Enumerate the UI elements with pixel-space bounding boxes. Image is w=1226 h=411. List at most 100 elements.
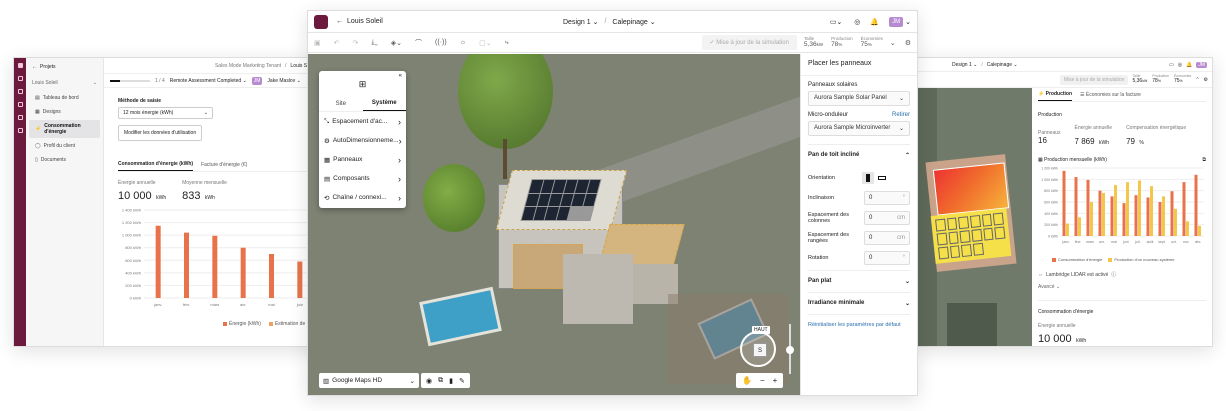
download-icon[interactable]: ⤓⌄	[371, 39, 377, 47]
bar-1-4	[1114, 185, 1117, 236]
menu-item-string[interactable]: ⟲ Chaîne / connexi... ›	[319, 188, 406, 207]
panel-array[interactable]	[520, 179, 602, 221]
users-icon[interactable]	[17, 76, 23, 81]
tab-consumption[interactable]: Consommation d'énergie (kWh)	[118, 161, 194, 171]
avatar[interactable]: JM	[889, 16, 904, 27]
sidebar-item-document[interactable]: ▯ Documents	[29, 154, 100, 166]
simulation-button[interactable]: ✓ Mise à jour de la simulation	[701, 35, 797, 50]
bell-icon[interactable]: 🔔	[870, 18, 879, 26]
sidebar-item-layers[interactable]: ▦ Designs	[29, 106, 100, 118]
status-dropdown[interactable]: Remote Assessment Completed ⌄	[170, 78, 247, 84]
eye-icon[interactable]: ◉	[426, 377, 432, 385]
top-bar: ← Louis Soleil Design 1 ⌄ / Calepinage ⌄…	[308, 11, 917, 33]
collapse-icon[interactable]: ⌄	[890, 39, 896, 47]
row-spacing-input[interactable]: 0 cm	[864, 231, 910, 245]
landscape-toggle[interactable]	[876, 172, 888, 184]
tilted-roof-section[interactable]: Pan de toit incliné ⌃	[808, 144, 910, 166]
inverter-select[interactable]: Aurora Sample Microinverter ⌄	[808, 121, 910, 136]
project-selector[interactable]: Louis Soleil ⌄	[32, 80, 97, 86]
settings-icon[interactable]: ⚙	[1204, 77, 1208, 83]
tab-site[interactable]: Site	[319, 97, 363, 111]
view-dropdown[interactable]: Calepinage ⌄	[612, 18, 655, 26]
redo-icon[interactable]: ↷	[353, 39, 359, 47]
irradiance-section[interactable]: Irradiance minimale ⌄	[808, 292, 910, 314]
undo-icon[interactable]: ↶	[334, 39, 340, 47]
compass[interactable]: HAUT S	[740, 326, 776, 367]
save-icon[interactable]: ▣	[314, 39, 321, 47]
rotation-input[interactable]: 0 °	[864, 251, 910, 265]
layers-icon[interactable]: ◈⌄	[391, 39, 402, 47]
tab-production[interactable]: ⚡ Production	[1038, 88, 1073, 101]
stat-value: 75	[860, 40, 868, 48]
zoom-in-icon[interactable]: +	[773, 376, 778, 385]
settings-icon[interactable]	[17, 115, 23, 120]
design-dropdown[interactable]: Design 1 ⌄	[952, 62, 977, 68]
remove-inverter-link[interactable]: Retirer	[892, 112, 910, 118]
bell-icon[interactable]: 🔔	[1186, 62, 1192, 68]
square-icon[interactable]: ▢⌄	[479, 39, 491, 47]
ruler-icon[interactable]: ✎	[459, 377, 465, 385]
col-spacing-input[interactable]: 0 cm	[864, 211, 910, 225]
help-icon[interactable]: ◎	[1178, 62, 1182, 68]
menu-item-auto[interactable]: ⚙ AutoDimensionneme... ›	[319, 131, 406, 150]
zoom-slider[interactable]	[786, 324, 794, 374]
help-icon[interactable]: ◎	[854, 18, 860, 26]
hand-icon[interactable]: ✋	[742, 376, 752, 385]
sidebar-item-user[interactable]: ◯ Profil du client	[29, 140, 100, 152]
portrait-toggle[interactable]	[862, 172, 874, 184]
sun-icon[interactable]: ☼	[460, 39, 466, 46]
collapse-menu-icon[interactable]: «	[399, 73, 402, 79]
menu-item-panels[interactable]: ▦ Panneaux ›	[319, 150, 406, 169]
y-tick-label: 600 kWh	[125, 258, 141, 263]
advanced-toggle[interactable]: Avancé ⌄	[1038, 284, 1206, 290]
lidar-label: Lambridge LIDAR est activé	[1046, 271, 1109, 278]
zoom-out-icon[interactable]: −	[760, 376, 765, 385]
settings-icon[interactable]: ⚙	[905, 39, 911, 47]
x-tick-label: janv.	[153, 302, 162, 307]
reset-defaults-link[interactable]: Réinitialiser les paramètres par défaut	[808, 314, 910, 328]
curve-icon[interactable]: ⌒	[415, 38, 422, 48]
simulation-button[interactable]: Mise à jour de la simulation	[1059, 74, 1129, 85]
lidar-toggle[interactable]: ⇔ Lambridge LIDAR est activé ⓘ	[1038, 271, 1206, 279]
team-icon[interactable]	[17, 128, 23, 133]
folder-icon[interactable]	[17, 89, 23, 94]
book-icon[interactable]: ▮	[449, 377, 453, 385]
3d-icon[interactable]: ⧉	[438, 377, 443, 385]
sidebar-item-label: Profil du client	[43, 143, 76, 149]
site-map[interactable]	[917, 88, 1032, 346]
method-select[interactable]: 12 mois énergie (kWh) ⌄	[118, 107, 213, 119]
flat-roof-section[interactable]: Pan plat ⌄	[808, 270, 910, 292]
signal-icon[interactable]: ((·))	[435, 39, 447, 46]
progress-bar	[110, 79, 150, 82]
sidebar-item-dashboard[interactable]: ▤ Tableau de bord	[29, 92, 100, 104]
solar-panel-select[interactable]: Aurora Sample Solar Panel ⌄	[808, 91, 910, 106]
avatar[interactable]: JM	[1196, 61, 1207, 68]
panels-value: 16	[1038, 135, 1047, 145]
route-icon[interactable]: ⤷	[505, 39, 509, 47]
tab-savings[interactable]: ☰ Économies sur la facture	[1080, 92, 1141, 98]
monitor-icon[interactable]: ▭	[1169, 62, 1174, 68]
map-source-select[interactable]: ▥ Google Maps HD ⌄	[319, 373, 419, 388]
design-dropdown[interactable]: Design 1 ⌄	[563, 18, 598, 26]
menu-item-spacing[interactable]: ⤡ Espacement d'ac... ›	[319, 112, 406, 131]
back-to-projects[interactable]: ← Projets	[26, 58, 103, 74]
chart-icon[interactable]	[17, 102, 23, 107]
copy-icon[interactable]: ⧉	[1202, 157, 1206, 163]
modify-usage-button[interactable]: Modifier les données d'utilisation	[118, 125, 203, 141]
flat-section-label: Pan plat	[808, 278, 832, 284]
back-arrow-icon[interactable]: ←	[336, 18, 343, 25]
menu-item-components[interactable]: ▤ Composants ›	[319, 169, 406, 188]
monitor-icon[interactable]: ▭⌄	[830, 18, 842, 26]
collapse-icon[interactable]: ⌃	[1195, 77, 1199, 83]
user-dropdown[interactable]: Jake Maslov ⌄	[267, 78, 300, 84]
avatar[interactable]: JM	[251, 76, 263, 85]
tab-bill[interactable]: Facture d'énergie (€)	[201, 162, 247, 171]
sidebar-item-energy[interactable]: ⚡ Consommation d'énergie	[29, 120, 100, 138]
x-tick-label: févr.	[1075, 240, 1082, 244]
chevron-down-icon[interactable]: ⌄	[905, 18, 911, 26]
tilt-input[interactable]: 0 °	[864, 191, 910, 205]
y-tick-label: 0 kWh	[1048, 235, 1058, 239]
view-dropdown[interactable]: Calepinage ⌄	[987, 62, 1018, 68]
3d-map-view[interactable]: « ⊞ Site Système ⤡ Espacement d'ac... › ⚙ Au…	[308, 54, 800, 395]
tab-system[interactable]: Système	[362, 96, 406, 111]
